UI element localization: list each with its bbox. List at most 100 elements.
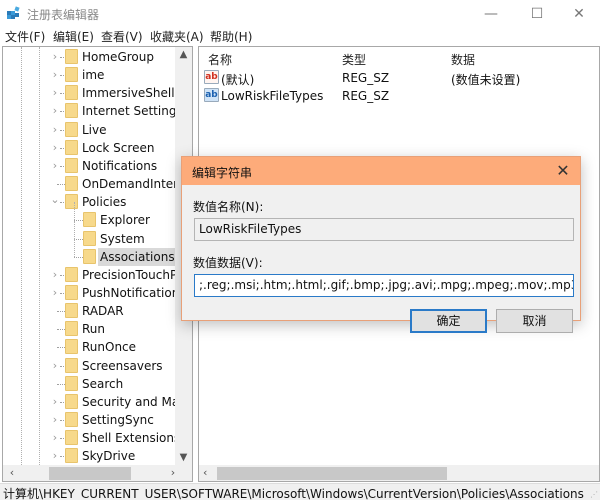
tree-item[interactable]: › SettingSync: [3, 411, 175, 429]
chevron-right-icon[interactable]: ›: [50, 449, 60, 462]
value-data: (数值未设置): [451, 73, 521, 87]
tree-connector: [60, 438, 64, 440]
value-name: (默认): [221, 73, 255, 87]
tree-item[interactable]: System: [3, 220, 175, 248]
tree-item-label: SkyDrive: [82, 449, 136, 464]
chevron-right-icon[interactable]: ›: [50, 413, 60, 426]
dialog-title: 编辑字符串: [192, 166, 253, 180]
tree-item[interactable]: Run: [3, 320, 175, 338]
cancel-button[interactable]: 取消: [496, 309, 573, 333]
tree-connector: [60, 365, 64, 367]
list-horizontal-scrollbar[interactable]: ‹: [199, 465, 599, 481]
scroll-thumb[interactable]: [217, 467, 447, 480]
menu-view[interactable]: 查看(V): [101, 28, 143, 45]
tree-item[interactable]: › PushNotifications: [3, 284, 186, 302]
column-header-data[interactable]: 数据: [451, 51, 475, 68]
tree-item[interactable]: › PrecisionTouchPac: [3, 266, 191, 284]
tree-item[interactable]: Explorer: [3, 202, 175, 229]
title-bar: 注册表编辑器 — ☐ ✕: [0, 0, 600, 28]
column-header-name[interactable]: 名称: [208, 51, 232, 68]
chevron-right-icon[interactable]: ›: [50, 359, 60, 372]
scroll-down-icon[interactable]: ▼: [175, 452, 192, 463]
tree-horizontal-scrollbar[interactable]: ‹ ›: [3, 465, 192, 481]
folder-icon: [65, 157, 78, 173]
status-bar: 计算机\HKEY_CURRENT_USER\SOFTWARE\Microsoft…: [0, 483, 600, 500]
maximize-icon: ☐: [530, 6, 544, 22]
chevron-right-icon[interactable]: ›: [50, 141, 60, 154]
tree-item[interactable]: › Screensavers: [3, 357, 175, 375]
tree-connector: [60, 93, 64, 95]
tree-connector: [60, 57, 64, 58]
scroll-thumb[interactable]: [49, 467, 131, 480]
tree-item[interactable]: RunOnce: [3, 338, 175, 356]
chevron-right-icon[interactable]: ›: [50, 123, 60, 136]
tree-connector: [74, 256, 83, 258]
menu-file[interactable]: 文件(F): [5, 28, 45, 45]
chevron-right-icon[interactable]: ›: [50, 431, 60, 444]
scroll-left-icon[interactable]: ‹: [5, 466, 19, 479]
tree-item[interactable]: › Live: [3, 121, 175, 139]
menu-favorites[interactable]: 收藏夹(A): [150, 28, 204, 45]
tree-connector: [60, 420, 64, 421]
tree-item[interactable]: › ime: [3, 66, 175, 84]
folder-icon: [65, 375, 78, 391]
registry-tree[interactable]: › HomeGroup › ime › ImmersiveShell › Internet S…: [2, 46, 193, 482]
column-header-type[interactable]: 类型: [342, 51, 366, 68]
minimize-button[interactable]: —: [468, 0, 514, 28]
maximize-button[interactable]: ☐: [514, 0, 560, 28]
tree-item-label: Policies: [82, 195, 127, 210]
tree-item[interactable]: › ImmersiveShell: [3, 84, 175, 102]
resize-grip-icon[interactable]: ⋰: [590, 490, 598, 499]
tree-item[interactable]: Search: [3, 375, 175, 393]
chevron-right-icon[interactable]: ›: [50, 68, 60, 81]
tree-item-label: Search: [82, 376, 124, 391]
tree-item[interactable]: › Internet Settings: [3, 102, 183, 120]
tree-connector: [60, 147, 64, 149]
chevron-right-icon[interactable]: ›: [50, 104, 60, 117]
chevron-right-icon[interactable]: ›: [50, 86, 60, 99]
folder-icon: [65, 194, 78, 210]
tree-item[interactable]: › Lock Screen: [3, 139, 175, 157]
chevron-right-icon[interactable]: ›: [50, 268, 60, 281]
folder-icon: [65, 266, 78, 282]
tree-item-label: Screensavers: [82, 358, 163, 373]
list-row[interactable]: ab LowRiskFileTypes REG_SZ: [204, 87, 594, 105]
tree-item[interactable]: › Shell Extensions: [3, 429, 180, 447]
tree-connector: [60, 111, 64, 113]
dialog-close-button[interactable]: ✕: [552, 160, 574, 182]
tree-item-label: RunOnce: [82, 340, 137, 355]
scroll-up-icon[interactable]: ▲: [175, 49, 192, 60]
tree-item[interactable]: › HomeGroup: [3, 48, 175, 66]
list-row[interactable]: ab (默认) REG_SZ (数值未设置): [204, 69, 594, 87]
scroll-left-icon[interactable]: ‹: [203, 466, 207, 479]
string-value-icon: ab: [204, 88, 219, 102]
tree-item[interactable]: OnDemandInterfac: [3, 175, 192, 193]
folder-icon: [65, 321, 78, 337]
value-name: LowRiskFileTypes: [221, 89, 324, 103]
scroll-right-icon[interactable]: ›: [166, 466, 180, 479]
dialog-title-bar[interactable]: 编辑字符串 ✕: [182, 157, 580, 185]
tree-item[interactable]: › SkyDrive: [3, 447, 175, 465]
close-button[interactable]: ✕: [556, 0, 600, 28]
tree-connector: [57, 329, 65, 331]
ok-button[interactable]: 确定: [410, 309, 487, 333]
chevron-right-icon[interactable]: ›: [50, 286, 60, 299]
chevron-down-icon[interactable]: ⌄: [50, 193, 60, 206]
tree-item[interactable]: ⌄ Policies: [3, 193, 175, 211]
menu-help[interactable]: 帮助(H): [210, 28, 252, 45]
menu-bar: 文件(F) 编辑(E) 查看(V) 收藏夹(A) 帮助(H): [0, 28, 600, 45]
tree-item[interactable]: › Notifications: [3, 157, 175, 175]
tree-connector: [60, 401, 64, 403]
chevron-right-icon[interactable]: ›: [50, 159, 60, 172]
tree-guide-line: [74, 202, 75, 221]
chevron-right-icon[interactable]: ›: [50, 50, 60, 63]
folder-icon: [65, 121, 78, 137]
folder-icon: [65, 412, 78, 427]
value-data-field[interactable]: ;.reg;.msi;.htm;.html;.gif;.bmp;.jpg;.av…: [194, 274, 574, 297]
value-name-field[interactable]: LowRiskFileTypes: [194, 218, 574, 241]
tree-item[interactable]: RADAR: [3, 302, 175, 320]
tree-item[interactable]: › Security and Maint: [3, 393, 192, 411]
tree-item[interactable]: Associations: [3, 238, 177, 266]
chevron-right-icon[interactable]: ›: [50, 395, 60, 408]
menu-edit[interactable]: 编辑(E): [53, 28, 94, 45]
